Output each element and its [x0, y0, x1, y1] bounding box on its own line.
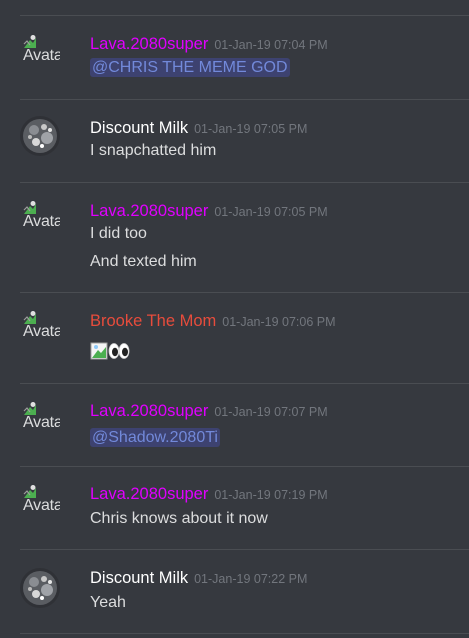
broken-image-icon [90, 342, 108, 360]
message-header: Lava.2080super 01-Jan-19 07:04 PM [90, 34, 328, 55]
avatar-alt-text: Avatar [23, 414, 60, 431]
message-text: @CHRIS THE MEME GOD [90, 58, 290, 78]
user-mention[interactable]: @Shadow.2080Ti [90, 428, 220, 447]
avatar[interactable]: Avatar [20, 34, 60, 74]
message-header: Lava.2080super 01-Jan-19 07:05 PM [90, 201, 328, 222]
message-divider [20, 383, 469, 384]
message-text: And texted him [90, 253, 197, 270]
author-name[interactable]: Lava.2080super [90, 35, 208, 53]
author-name[interactable]: Lava.2080super [90, 485, 208, 503]
author-name[interactable]: Lava.2080super [90, 402, 208, 420]
message-text: I snapchatted him [90, 142, 217, 159]
avatar[interactable]: Avatar [20, 310, 60, 350]
timestamp: 01-Jan-19 07:19 PM [214, 488, 328, 502]
timestamp: 01-Jan-19 07:04 PM [214, 38, 328, 52]
avatar-image [23, 119, 57, 153]
chat-log: Avatar Lava.2080super01-Jan-19 07:04 PM … [0, 0, 469, 638]
message-divider [20, 99, 469, 100]
timestamp: 01-Jan-19 07:07 PM [214, 405, 328, 419]
message-divider [20, 466, 469, 467]
message-divider [20, 15, 469, 16]
message-divider [20, 292, 469, 293]
timestamp: 01-Jan-19 07:06 PM [222, 315, 336, 329]
message-text: @Shadow.2080Ti [90, 428, 220, 448]
timestamp: 01-Jan-19 07:22 PM [194, 572, 308, 586]
avatar[interactable] [20, 568, 60, 608]
eyes-emoji-icon [108, 343, 130, 359]
user-mention[interactable]: @CHRIS THE MEME GOD [90, 58, 290, 77]
avatar[interactable]: Avatar [20, 484, 60, 524]
timestamp: 01-Jan-19 07:05 PM [194, 122, 308, 136]
message-divider [20, 182, 469, 183]
author-name[interactable]: Brooke The Mom [90, 312, 216, 330]
message-header: Brooke The Mom 01-Jan-19 07:06 PM [90, 311, 336, 332]
message-text: Yeah [90, 594, 126, 611]
message-header: Discount Milk 01-Jan-19 07:05 PM [90, 118, 307, 139]
message-divider [20, 633, 469, 634]
message-text: Chris knows about it now [90, 510, 268, 527]
avatar-alt-text: Avatar [23, 497, 60, 514]
message-header: Lava.2080super 01-Jan-19 07:19 PM [90, 484, 328, 505]
timestamp: 01-Jan-19 07:05 PM [214, 205, 328, 219]
avatar[interactable] [20, 116, 60, 156]
avatar-alt-text: Avatar [23, 47, 60, 64]
author-name[interactable]: Discount Milk [90, 569, 188, 587]
avatar-alt-text: Avatar [23, 213, 60, 230]
avatar[interactable]: Avatar [20, 200, 60, 240]
avatar-alt-text: Avatar [23, 323, 60, 340]
author-name[interactable]: Lava.2080super [90, 202, 208, 220]
message-divider [20, 549, 469, 550]
message-text: I did too [90, 225, 147, 242]
avatar[interactable]: Avatar [20, 401, 60, 441]
message-header: Discount Milk 01-Jan-19 07:22 PM [90, 568, 307, 589]
author-name[interactable]: Discount Milk [90, 119, 188, 137]
avatar-image [23, 571, 57, 605]
message-header: Lava.2080super 01-Jan-19 07:07 PM [90, 401, 328, 422]
